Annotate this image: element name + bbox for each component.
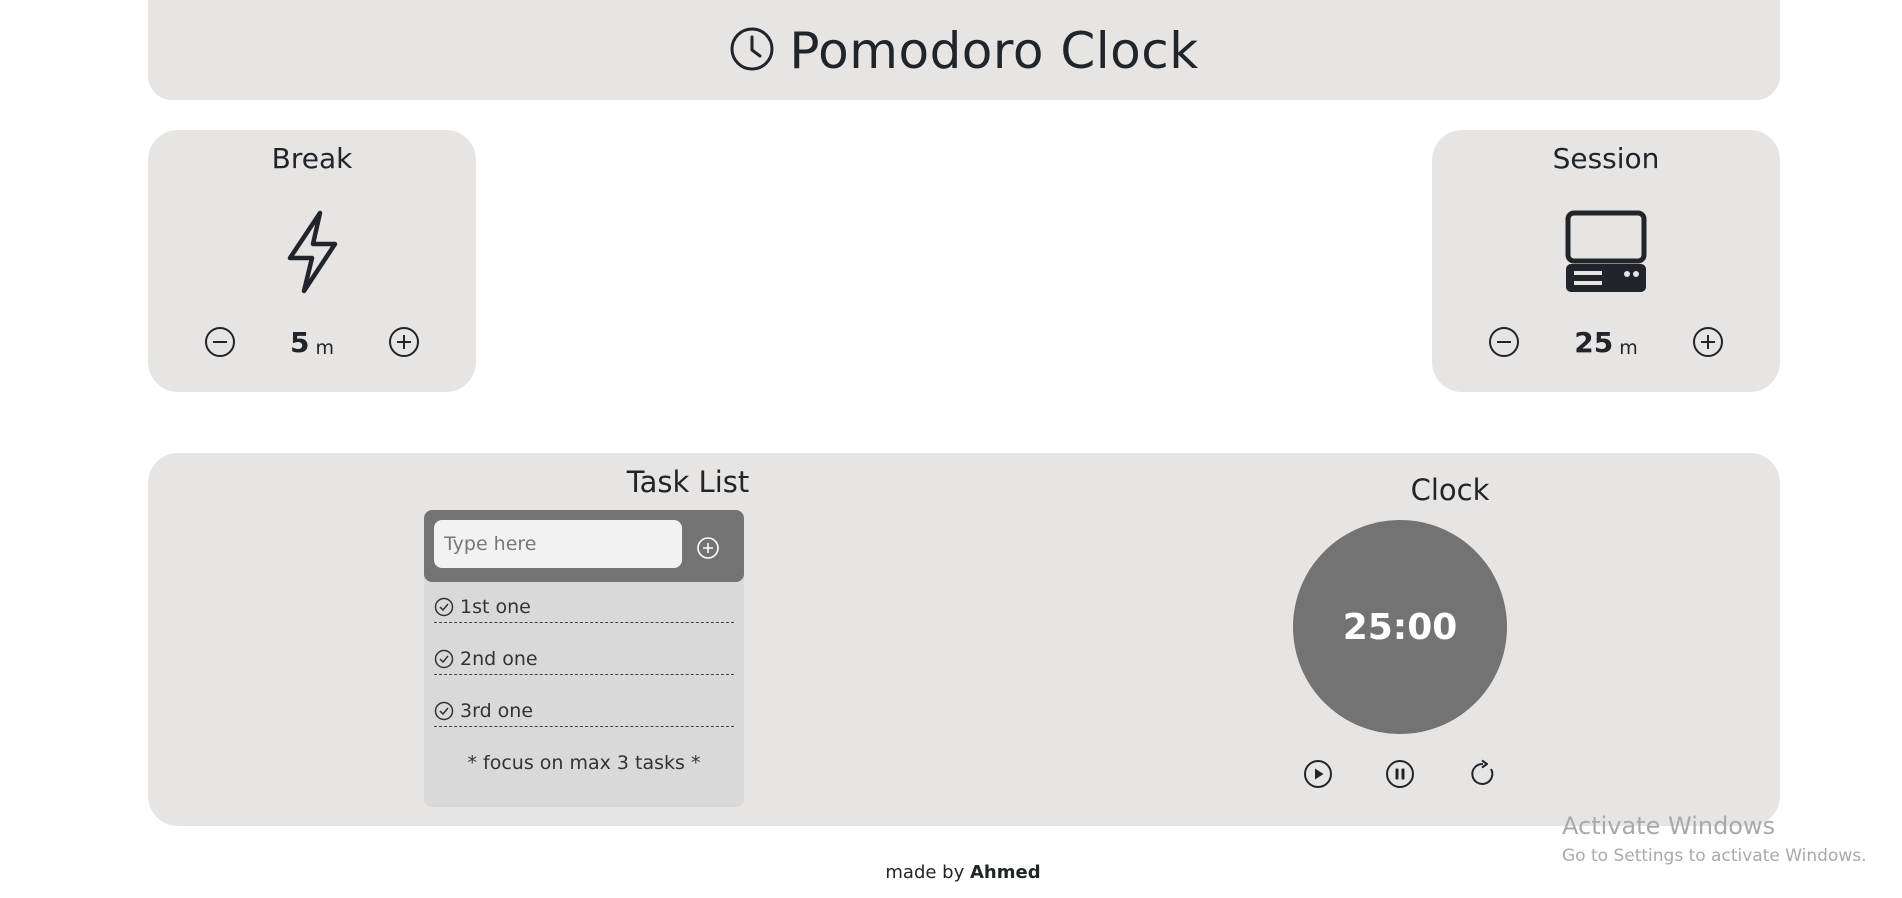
session-value-group: 25 m bbox=[1522, 326, 1690, 359]
footer-prefix: made by bbox=[885, 862, 965, 883]
session-decrement-button[interactable] bbox=[1486, 324, 1522, 360]
clock-time: 25:00 bbox=[1342, 606, 1458, 648]
task-input-bar bbox=[424, 510, 744, 582]
watermark-line2: Go to Settings to activate Windows. bbox=[1562, 846, 1867, 866]
computer-icon bbox=[1565, 210, 1647, 298]
task-note: * focus on max 3 tasks * bbox=[467, 752, 701, 774]
task-item[interactable]: 3rd one bbox=[434, 696, 734, 727]
pause-icon bbox=[1386, 760, 1414, 788]
play-button[interactable] bbox=[1301, 757, 1335, 791]
break-controls: 5m bbox=[148, 324, 476, 360]
session-title: Session bbox=[1552, 142, 1660, 175]
plus-circle-icon bbox=[697, 537, 719, 559]
session-increment-button[interactable] bbox=[1690, 324, 1726, 360]
reset-icon bbox=[1471, 759, 1494, 785]
reset-button[interactable] bbox=[1466, 757, 1500, 791]
minus-circle-icon bbox=[205, 327, 235, 357]
task-list-title: Task List bbox=[626, 465, 750, 499]
main-panel: Task List 1st one 2nd one 3rd one * focu… bbox=[148, 453, 1780, 826]
lightning-icon bbox=[282, 210, 342, 298]
break-value-group: 5m bbox=[238, 326, 386, 359]
task-item-label: 1st one bbox=[460, 596, 531, 618]
clock-title: Clock bbox=[1410, 473, 1490, 507]
session-controls: 25 m bbox=[1432, 324, 1780, 360]
session-value: 25 bbox=[1574, 325, 1614, 359]
play-icon bbox=[1304, 760, 1332, 788]
plus-circle-icon bbox=[1693, 327, 1723, 357]
task-input[interactable] bbox=[434, 520, 682, 568]
header-banner: Pomodoro Clock bbox=[148, 0, 1780, 100]
plus-circle-icon bbox=[389, 327, 419, 357]
check-circle-icon bbox=[434, 701, 454, 721]
header-title-group: Pomodoro Clock bbox=[729, 22, 1198, 80]
break-increment-button[interactable] bbox=[386, 324, 422, 360]
task-item-label: 2nd one bbox=[460, 648, 538, 670]
clock-icon bbox=[729, 26, 775, 76]
task-list-box: 1st one 2nd one 3rd one * focus on max 3… bbox=[424, 510, 744, 807]
minus-circle-icon bbox=[1489, 327, 1519, 357]
activate-windows-watermark: Activate Windows Go to Settings to activ… bbox=[1562, 812, 1867, 866]
break-unit: m bbox=[315, 336, 334, 359]
add-task-button[interactable] bbox=[694, 534, 722, 562]
watermark-line1: Activate Windows bbox=[1562, 812, 1776, 840]
check-circle-icon bbox=[434, 649, 454, 669]
break-card: Break 5m bbox=[148, 130, 476, 392]
break-title: Break bbox=[271, 142, 353, 175]
pause-button[interactable] bbox=[1383, 757, 1417, 791]
break-decrement-button[interactable] bbox=[202, 324, 238, 360]
task-item-label: 3rd one bbox=[460, 700, 534, 722]
break-value: 5 bbox=[290, 325, 310, 359]
footer-author: Ahmed bbox=[970, 862, 1041, 883]
task-item[interactable]: 1st one bbox=[434, 592, 734, 623]
session-card: Session 25 m bbox=[1432, 130, 1780, 392]
check-circle-icon bbox=[434, 597, 454, 617]
session-unit: m bbox=[1619, 336, 1638, 359]
clock-face: 25:00 bbox=[1293, 520, 1507, 734]
page-title: Pomodoro Clock bbox=[789, 22, 1199, 80]
task-item[interactable]: 2nd one bbox=[434, 644, 734, 675]
